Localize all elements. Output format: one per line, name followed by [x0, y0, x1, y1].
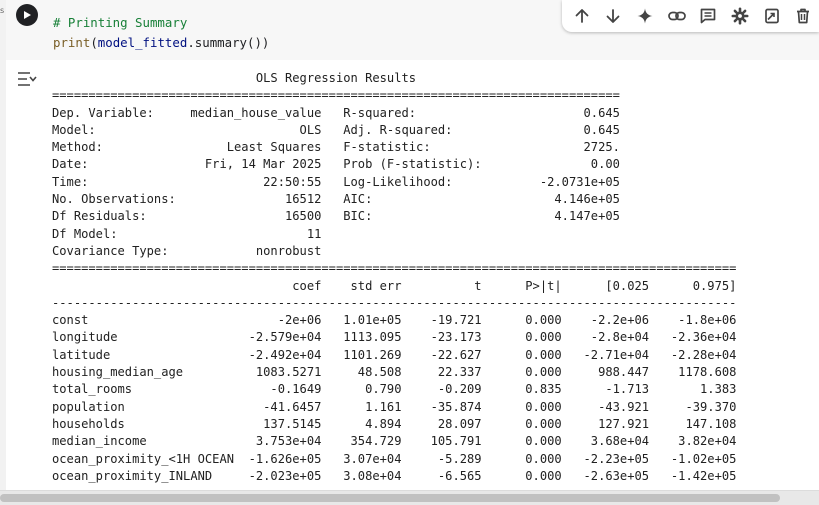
- move-cell-down-button[interactable]: [598, 0, 630, 32]
- output-line: Method: Least Squares F-statistic: 2725.: [52, 140, 620, 155]
- arrow-up-icon: [575, 9, 589, 23]
- output-line: ========================================…: [52, 88, 620, 103]
- left-gutter: s: [0, 0, 6, 504]
- scrollbar-thumb[interactable]: [0, 494, 780, 502]
- output-line: Dep. Variable: median_house_value R-squa…: [52, 105, 620, 120]
- move-cell-up-button[interactable]: [566, 0, 598, 32]
- output-line: Df Residuals: 16500 BIC: 4.147e+05: [52, 209, 620, 224]
- output-line: Time: 22:50:55 Log-Likelihood: -2.0731e+…: [52, 174, 620, 189]
- code-comment[interactable]: # Printing Summary: [53, 15, 187, 31]
- output-line: longitude -2.579e+04 1113.095 -23.173 0.…: [52, 330, 737, 345]
- play-icon: [24, 11, 31, 19]
- output-line: Date: Fri, 14 Mar 2025 Prob (F-statistic…: [52, 157, 620, 172]
- output-line: const -2e+06 1.01e+05 -19.721 0.000 -2.2…: [52, 313, 737, 328]
- copy-link-button[interactable]: [661, 0, 693, 32]
- cell-toolbar: [562, 0, 819, 32]
- code-var: model_fitted: [97, 35, 188, 50]
- link-icon: [667, 11, 686, 21]
- gemini-button[interactable]: [629, 0, 661, 32]
- arrow-down-icon: [607, 9, 620, 23]
- output-line: coef std err t P>|t| [0.025 0.975]: [52, 278, 737, 293]
- delete-cell-button[interactable]: [787, 0, 819, 32]
- output-line: Covariance Type: nonrobust: [52, 243, 620, 258]
- output-line: ----------------------------------------…: [52, 295, 737, 310]
- code-paren-open: (: [90, 35, 98, 50]
- output-line: ocean_proximity_<1H OCEAN -1.626e+05 3.0…: [52, 451, 737, 466]
- output-lines-icon: [18, 72, 37, 86]
- output-line: housing_median_age 1083.5271 48.508 22.3…: [52, 365, 737, 380]
- output-line: households 137.5145 4.894 28.097 0.000 1…: [52, 416, 737, 431]
- output-line: median_income 3.753e+04 354.729 105.791 …: [52, 434, 737, 449]
- output-line: ocean_proximity_INLAND -2.023e+05 3.08e+…: [52, 468, 737, 483]
- run-cell-button[interactable]: [16, 4, 38, 26]
- trash-icon: [797, 8, 810, 24]
- output-line: Model: OLS Adj. R-squared: 0.645: [52, 122, 620, 137]
- output-line: population -41.6457 1.161 -35.874 0.000 …: [52, 399, 737, 414]
- output-line: OLS Regression Results: [52, 71, 620, 85]
- gutter-label: s: [0, 6, 5, 15]
- cell-output: OLS Regression Results =================…: [52, 70, 736, 485]
- mirror-cell-button[interactable]: [756, 0, 788, 32]
- add-comment-button[interactable]: [693, 0, 725, 32]
- code-paren-close: ): [261, 35, 270, 50]
- sparkle-icon: [637, 8, 653, 24]
- output-line: Df Model: 11: [52, 226, 620, 241]
- gear-icon: [731, 7, 749, 25]
- output-line: ========================================…: [52, 261, 737, 276]
- mirror-icon: [764, 8, 779, 24]
- settings-button[interactable]: [724, 0, 756, 32]
- code-statement[interactable]: print(model_fitted.summary()): [53, 35, 269, 51]
- output-line: No. Observations: 16512 AIC: 4.146e+05: [52, 192, 620, 207]
- output-line: total_rooms -0.1649 0.790 -0.209 0.835 -…: [52, 382, 737, 397]
- output-line: latitude -2.492e+04 1101.269 -22.627 0.0…: [52, 347, 737, 362]
- comment-icon: [700, 8, 716, 24]
- code-method: .summary(): [187, 35, 262, 50]
- output-toggle-button[interactable]: [17, 70, 37, 88]
- code-func: print: [53, 35, 91, 50]
- horizontal-scrollbar[interactable]: [0, 490, 819, 505]
